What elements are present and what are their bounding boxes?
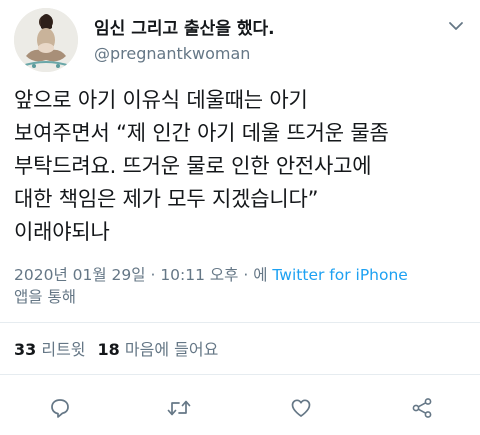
tweet-time[interactable]: 10:11 오후 (160, 266, 238, 284)
tweet-stats: 33 리트윗 18 마음에 들어요 (14, 336, 218, 360)
share-button[interactable] (404, 390, 440, 426)
tweet-via-label: 앱을 통해 (14, 288, 76, 306)
like-button[interactable] (283, 390, 319, 426)
heart-icon (291, 399, 311, 417)
avatar-illustration-icon (14, 8, 78, 72)
meta-separator: · (145, 266, 161, 284)
divider (0, 374, 480, 375)
retweets-count: 33 (14, 340, 37, 359)
display-name[interactable]: 임신 그리고 출산을 했다. (94, 14, 275, 39)
reply-icon (51, 399, 69, 418)
user-handle[interactable]: @pregnantkwoman (94, 44, 250, 63)
tweet-header: 임신 그리고 출산을 했다. @pregnantkwoman (14, 8, 466, 74)
tweet-actions (0, 390, 480, 426)
retweets-label: 리트윗 (41, 340, 86, 359)
retweets-stat[interactable]: 33 리트윗 (14, 340, 86, 359)
tweet-date[interactable]: 2020년 01월 29일 (14, 266, 146, 284)
tweet-card: 임신 그리고 출산을 했다. @pregnantkwoman 앞으로 아기 이유… (0, 0, 480, 435)
meta-separator-via: · 에 (238, 266, 273, 284)
likes-label: 마음에 들어요 (124, 340, 219, 359)
chevron-down-icon[interactable] (446, 16, 466, 36)
avatar[interactable] (14, 8, 78, 72)
tweet-meta: 2020년 01월 29일 · 10:11 오후 · 에 Twitter for… (14, 264, 469, 308)
reply-button[interactable] (42, 390, 78, 426)
tweet-source-link[interactable]: Twitter for iPhone (272, 266, 407, 284)
likes-count: 18 (97, 340, 120, 359)
divider (0, 322, 480, 323)
retweet-button[interactable] (161, 390, 197, 426)
likes-stat[interactable]: 18 마음에 들어요 (98, 340, 219, 359)
share-icon (412, 398, 432, 418)
tweet-text: 앞으로 아기 이유식 데울때는 아기 보여주면서 “제 인간 아기 데울 뜨거운… (14, 88, 389, 244)
retweet-icon (167, 400, 191, 416)
